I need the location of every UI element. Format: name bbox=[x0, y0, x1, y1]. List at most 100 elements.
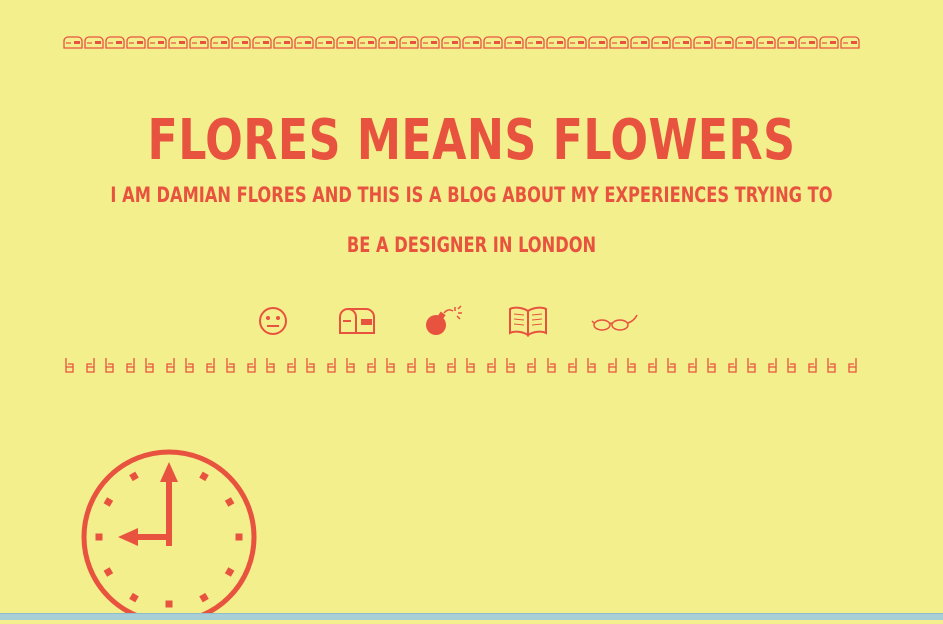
pointing-hand-icon bbox=[203, 356, 217, 374]
pointing-hand-icon bbox=[63, 356, 77, 374]
pointing-hand-icon bbox=[725, 356, 739, 374]
pointing-hand-icon bbox=[123, 356, 137, 374]
pointing-hand-icon bbox=[605, 356, 619, 374]
middle-decorative-border bbox=[63, 355, 860, 375]
clock-tick bbox=[129, 592, 139, 603]
mailbox-pointing-hand-icon bbox=[441, 35, 461, 49]
mailbox-pointing-hand-icon bbox=[798, 35, 818, 49]
mailbox-pointing-hand-icon bbox=[357, 35, 377, 49]
pointing-hand-icon bbox=[845, 356, 859, 374]
pointing-hand-icon bbox=[264, 356, 278, 374]
mailbox-pointing-hand-icon bbox=[756, 35, 776, 49]
page-title: FLORES MEANS FLOWERS bbox=[147, 107, 796, 173]
pointing-hand-icon bbox=[825, 356, 839, 374]
mailbox-pointing-hand-icon bbox=[126, 35, 146, 49]
pointing-hand-icon bbox=[224, 356, 238, 374]
pointing-hand-icon bbox=[565, 356, 579, 374]
pointing-hand-icon bbox=[163, 356, 177, 374]
mailbox-pointing-hand-icon bbox=[777, 35, 797, 49]
mailbox-pointing-hand-icon bbox=[840, 35, 860, 49]
mailbox-pointing-hand-icon bbox=[609, 35, 629, 49]
mailbox-pointing-hand-icon bbox=[105, 35, 125, 49]
pointing-hand-icon bbox=[665, 356, 679, 374]
mailbox-pointing-hand-icon bbox=[420, 35, 440, 49]
mailbox-pointing-hand-icon bbox=[378, 35, 398, 49]
clock-tick bbox=[224, 567, 235, 577]
mailbox-pointing-hand-icon bbox=[273, 35, 293, 49]
mailbox-pointing-hand-icon bbox=[525, 35, 545, 49]
mailbox-pointing-hand-icon bbox=[210, 35, 230, 49]
pointing-hand-icon bbox=[444, 356, 458, 374]
mailbox-pointing-hand-icon bbox=[231, 35, 251, 49]
mailbox-pointing-hand-icon bbox=[168, 35, 188, 49]
pointing-hand-icon bbox=[464, 356, 478, 374]
pointing-hand-icon bbox=[404, 356, 418, 374]
page-subtitle: I AM DAMIAN FLORES AND THIS IS A BLOG AB… bbox=[110, 183, 833, 257]
pointing-hand-icon bbox=[304, 356, 318, 374]
mailbox-pointing-hand-icon bbox=[819, 35, 839, 49]
pointing-hand-icon bbox=[183, 356, 197, 374]
pointing-hand-icon bbox=[645, 356, 659, 374]
mailbox-pointing-hand-icon bbox=[651, 35, 671, 49]
pointing-hand-icon bbox=[364, 356, 378, 374]
mailbox-pointing-hand-icon bbox=[567, 35, 587, 49]
bottom-edge-strip bbox=[0, 613, 943, 620]
mailbox-pointing-hand-icon bbox=[504, 35, 524, 49]
pointing-hand-icon bbox=[785, 356, 799, 374]
mailbox-pointing-hand-icon bbox=[189, 35, 209, 49]
mailbox-pointing-hand-icon bbox=[336, 35, 356, 49]
bomb-icon[interactable] bbox=[422, 302, 464, 340]
pointing-hand-icon bbox=[384, 356, 398, 374]
pointing-hand-icon bbox=[244, 356, 258, 374]
pointing-hand-icon bbox=[805, 356, 819, 374]
clock-tick bbox=[199, 592, 209, 603]
mailbox-pointing-hand-icon bbox=[315, 35, 335, 49]
clock-tick bbox=[95, 533, 103, 541]
mailbox-pointing-hand-icon bbox=[588, 35, 608, 49]
mailbox-pointing-hand-icon bbox=[672, 35, 692, 49]
pointing-hand-icon bbox=[524, 356, 538, 374]
mailbox-pointing-hand-icon bbox=[462, 35, 482, 49]
glasses-icon[interactable] bbox=[590, 302, 640, 340]
mailbox-pointing-hand-icon bbox=[84, 35, 104, 49]
pointing-hand-icon bbox=[765, 356, 779, 374]
top-decorative-border bbox=[63, 32, 860, 52]
mailbox-pointing-hand-icon bbox=[693, 35, 713, 49]
pointing-hand-icon bbox=[625, 356, 639, 374]
pointing-hand-icon bbox=[324, 356, 338, 374]
mailbox-pointing-hand-icon bbox=[147, 35, 167, 49]
clock-tick bbox=[129, 471, 139, 482]
pointing-hand-icon bbox=[143, 356, 157, 374]
icon-navigation bbox=[0, 302, 943, 342]
clock-icon bbox=[80, 448, 258, 624]
neutral-face-icon[interactable] bbox=[256, 302, 290, 340]
pointing-hand-icon bbox=[424, 356, 438, 374]
mailbox-pointing-hand-icon bbox=[63, 35, 83, 49]
pointing-hand-icon bbox=[545, 356, 559, 374]
mailbox-pointing-hand-icon bbox=[714, 35, 734, 49]
mailbox-pointing-hand-icon bbox=[294, 35, 314, 49]
mailbox-pointing-hand-icon bbox=[252, 35, 272, 49]
pointing-hand-icon bbox=[484, 356, 498, 374]
mailbox-pointing-hand-icon bbox=[735, 35, 755, 49]
mailbox-icon[interactable] bbox=[336, 302, 378, 340]
clock-tick bbox=[103, 497, 114, 507]
pointing-hand-icon bbox=[103, 356, 117, 374]
pointing-hand-icon bbox=[685, 356, 699, 374]
mailbox-pointing-hand-icon bbox=[630, 35, 650, 49]
pointing-hand-icon bbox=[83, 356, 97, 374]
open-book-icon[interactable] bbox=[507, 302, 549, 340]
mailbox-pointing-hand-icon bbox=[483, 35, 503, 49]
clock-tick bbox=[199, 471, 209, 482]
pointing-hand-icon bbox=[705, 356, 719, 374]
mailbox-pointing-hand-icon bbox=[399, 35, 419, 49]
pointing-hand-icon bbox=[504, 356, 518, 374]
clock-tick bbox=[235, 533, 243, 541]
clock-tick bbox=[165, 600, 173, 608]
pointing-hand-icon bbox=[585, 356, 599, 374]
pointing-hand-icon bbox=[745, 356, 759, 374]
mailbox-pointing-hand-icon bbox=[546, 35, 566, 49]
clock-tick bbox=[103, 567, 114, 577]
clock-tick bbox=[224, 497, 235, 507]
pointing-hand-icon bbox=[344, 356, 358, 374]
